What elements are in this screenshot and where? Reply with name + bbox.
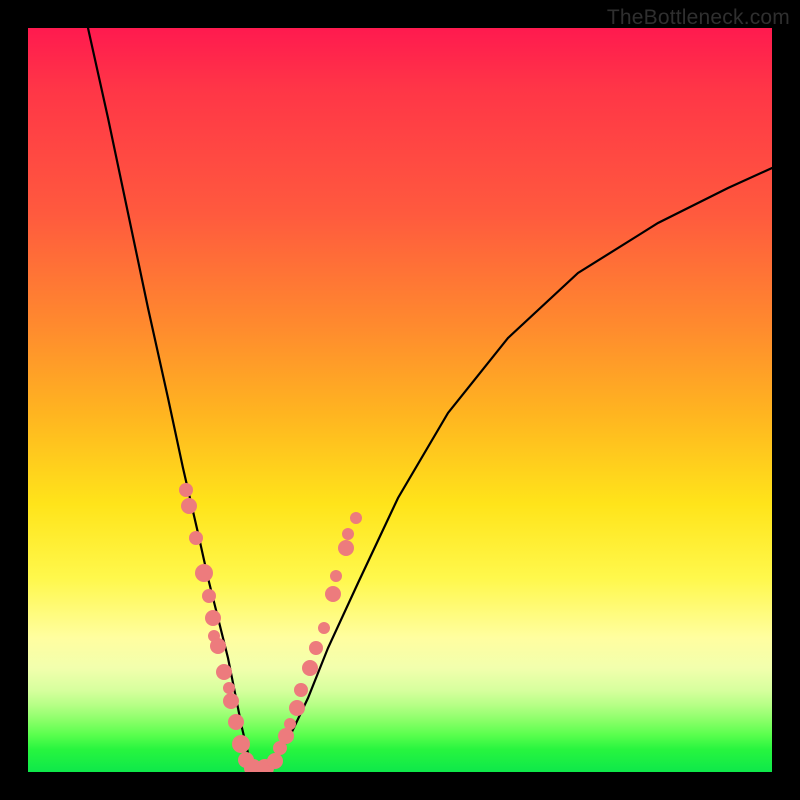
data-marker: [232, 735, 250, 753]
data-marker: [223, 682, 235, 694]
data-marker: [309, 641, 323, 655]
data-marker: [294, 683, 308, 697]
data-marker: [195, 564, 213, 582]
curve-markers: [179, 483, 362, 772]
data-marker: [338, 540, 354, 556]
v-curve-line: [88, 28, 772, 768]
data-marker: [325, 586, 341, 602]
data-marker: [216, 664, 232, 680]
data-marker: [318, 622, 330, 634]
data-marker: [350, 512, 362, 524]
data-marker: [179, 483, 193, 497]
data-marker: [202, 589, 216, 603]
data-marker: [302, 660, 318, 676]
chart-svg: [28, 28, 772, 772]
data-marker: [278, 728, 294, 744]
data-marker: [223, 693, 239, 709]
outer-frame: TheBottleneck.com: [0, 0, 800, 800]
data-marker: [189, 531, 203, 545]
data-marker: [205, 610, 221, 626]
data-marker: [284, 718, 296, 730]
data-marker: [181, 498, 197, 514]
data-marker: [342, 528, 354, 540]
watermark-text: TheBottleneck.com: [607, 6, 790, 30]
data-marker: [210, 638, 226, 654]
data-marker: [330, 570, 342, 582]
data-marker: [228, 714, 244, 730]
data-marker: [289, 700, 305, 716]
data-marker: [267, 753, 283, 769]
plot-area: [28, 28, 772, 772]
